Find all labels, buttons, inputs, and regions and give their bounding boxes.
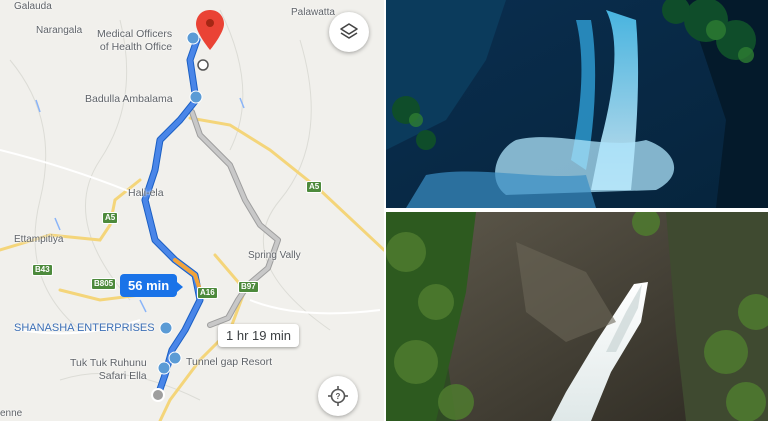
- road-shield-b43: B43: [32, 264, 53, 276]
- place-label-palawatta: Palawatta: [291, 7, 335, 18]
- place-label-spring-valley: Spring Vally: [248, 250, 301, 261]
- waterfall-photo-bottom: [386, 212, 768, 421]
- map-view[interactable]: Galauda Palawatta Narangala Medical Offi…: [0, 0, 384, 421]
- road-shield-b805: B805: [91, 278, 117, 290]
- place-label-edge: enne: [0, 408, 23, 419]
- poi-pin-tunnel-icon[interactable]: [168, 351, 182, 365]
- origin-dot-icon: [151, 388, 165, 402]
- primary-route-time-chip[interactable]: 56 min: [120, 274, 184, 297]
- alt-route-time-chip[interactable]: 1 hr 19 min: [218, 324, 300, 347]
- waypoint-dot-icon: [197, 59, 209, 71]
- poi-label-tuk-tuk[interactable]: Tuk Tuk Ruhunu Safari Ella: [70, 357, 147, 383]
- layers-icon: [340, 23, 358, 39]
- place-label-narangala: Narangala: [36, 25, 83, 36]
- poi-pin-tuktuk-icon[interactable]: [157, 361, 171, 375]
- place-label-ettampitiya: Ettampitiya: [14, 234, 64, 245]
- locate-icon: ?: [328, 386, 348, 406]
- road-shield-a5-left: A5: [102, 212, 119, 224]
- poi-label-medical-office[interactable]: Medical Officers of Health Office: [97, 28, 172, 54]
- poi-label-badulla-ambalama[interactable]: Badulla Ambalama: [85, 93, 173, 106]
- road-shield-a16: A16: [197, 287, 218, 299]
- place-label-galauda: Galauda: [14, 1, 52, 12]
- waterfall-photo-top: [386, 0, 768, 208]
- road-shield-b97: B97: [238, 281, 259, 293]
- svg-text:?: ?: [336, 392, 341, 401]
- my-location-button[interactable]: ?: [318, 376, 358, 416]
- poi-pin-shanasha-icon[interactable]: [159, 321, 173, 335]
- poi-pin-badulla-icon[interactable]: [189, 90, 203, 104]
- poi-label-tunnel-gap[interactable]: Tunnel gap Resort: [186, 356, 272, 369]
- poi-label-shanasha[interactable]: SHANASHA ENTERPRISES: [14, 322, 155, 335]
- destination-pin-icon[interactable]: [196, 10, 224, 50]
- road-shield-a5-top: A5: [306, 181, 323, 193]
- place-label-hali-ela: Hali-ela: [128, 187, 164, 199]
- layers-button[interactable]: [329, 12, 369, 52]
- poi-pin-medical-icon[interactable]: [186, 31, 200, 45]
